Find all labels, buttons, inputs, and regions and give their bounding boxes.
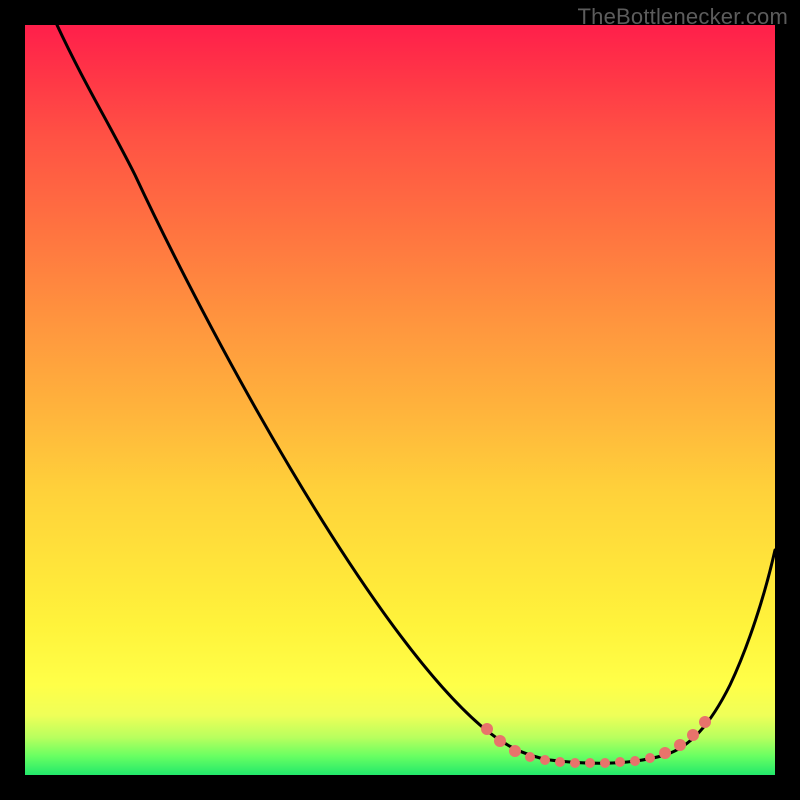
curve-path (57, 25, 775, 763)
bottom-dotted-region (481, 716, 711, 768)
chart-frame: TheBottlenecker.com (0, 0, 800, 800)
watermark-text: TheBottlenecker.com (578, 4, 788, 30)
plot-area (25, 25, 775, 775)
bottleneck-curve (25, 25, 775, 775)
